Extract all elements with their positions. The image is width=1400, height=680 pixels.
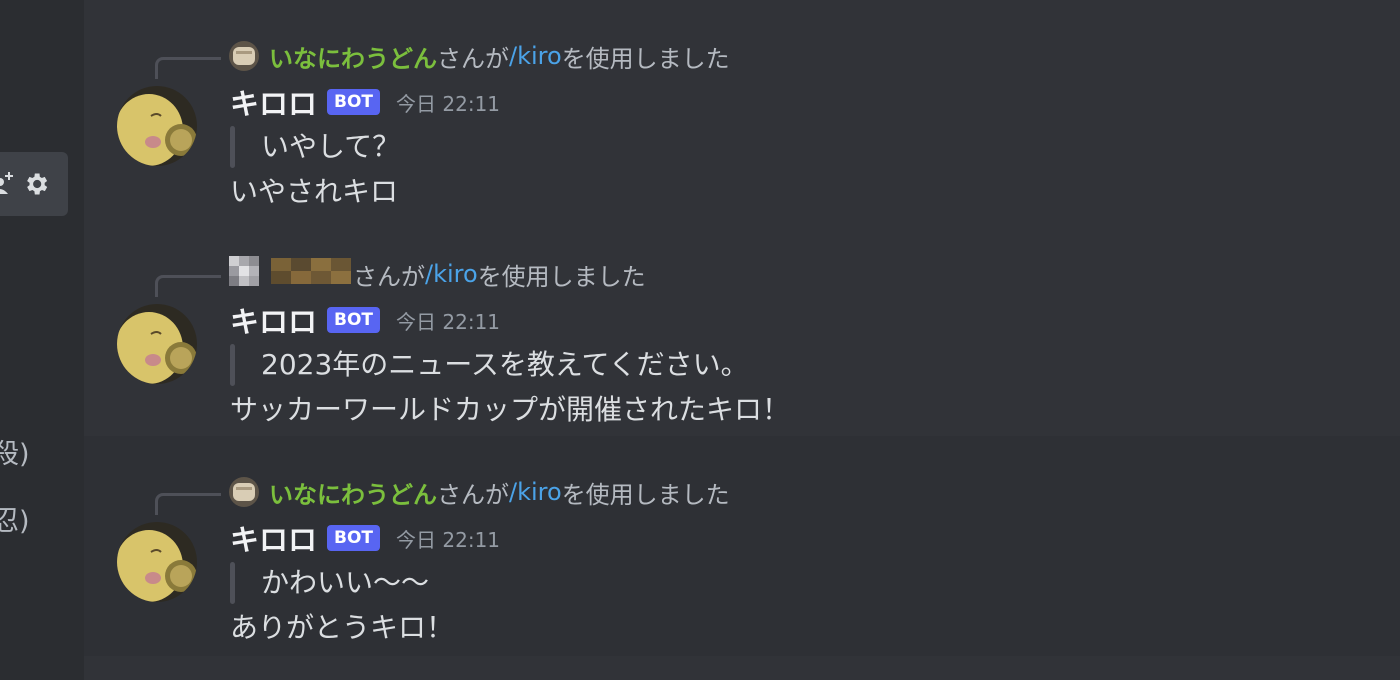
sidebar-member-fragment[interactable]: 忍) [0, 508, 30, 535]
reply-connector [155, 275, 221, 297]
channel-sidebar: 殺) 忍) [0, 0, 84, 680]
chat-area: いなにわうどん さんが /kiro を使用しました キロロ BOT 今日 22:… [84, 0, 1400, 680]
command-name[interactable]: /kiro [509, 478, 562, 506]
bot-badge: BOT [327, 306, 381, 334]
quoted-text: いやして？ [261, 130, 401, 163]
add-member-icon[interactable] [0, 168, 16, 194]
interaction-header: さんが /kiro を使用しました [229, 256, 646, 292]
invoker-name[interactable]: いなにわうどん [269, 39, 437, 74]
bot-avatar[interactable] [117, 86, 197, 166]
sidebar-member-fragment[interactable]: 殺) [0, 441, 30, 468]
quoted-text: 2023年のニュースを教えてください。 [261, 348, 749, 381]
quote-bar [230, 562, 235, 604]
message-header: キロロ BOT 今日 22:11 [230, 299, 500, 341]
message-content: いやされキロ [230, 175, 399, 208]
quote-bar [230, 344, 235, 386]
invoker-avatar[interactable] [229, 41, 259, 71]
bot-username[interactable]: キロロ [230, 81, 317, 123]
bot-avatar[interactable] [117, 522, 197, 602]
invoker-action: を使用しました [561, 44, 730, 73]
bot-avatar[interactable] [117, 304, 197, 384]
invoker-avatar[interactable] [229, 477, 259, 507]
message-header: キロロ BOT 今日 22:11 [230, 81, 500, 123]
bot-badge: BOT [327, 88, 381, 116]
timestamp[interactable]: 今日 22:11 [396, 306, 500, 335]
invoker-action: を使用しました [477, 262, 646, 291]
invoker-suffix: さんが [353, 262, 425, 291]
bot-badge: BOT [327, 524, 381, 552]
gear-icon[interactable] [22, 170, 50, 198]
bot-username[interactable]: キロロ [230, 517, 317, 559]
quoted-text: かわいい〜〜 [261, 566, 430, 599]
invoker-action: を使用しました [561, 480, 730, 509]
invoker-avatar-redacted[interactable] [229, 256, 259, 292]
invoker-suffix: さんが [437, 480, 509, 509]
message-group[interactable]: いなにわうどん さんが /kiro を使用しました キロロ BOT 今日 22:… [84, 436, 1400, 656]
timestamp[interactable]: 今日 22:11 [396, 88, 500, 117]
reply-connector [155, 493, 221, 515]
command-name[interactable]: /kiro [509, 42, 562, 70]
message-group[interactable]: さんが /kiro を使用しました キロロ BOT 今日 22:11 2023年… [84, 218, 1400, 428]
command-name[interactable]: /kiro [425, 260, 478, 288]
bot-username[interactable]: キロロ [230, 299, 317, 341]
quote-bar [230, 126, 235, 168]
message-header: キロロ BOT 今日 22:11 [230, 517, 500, 559]
timestamp[interactable]: 今日 22:11 [396, 524, 500, 553]
message-content: サッカーワールドカップが開催されたキロ！ [230, 393, 791, 426]
message-group[interactable]: いなにわうどん さんが /kiro を使用しました キロロ BOT 今日 22:… [84, 0, 1400, 210]
invoker-name[interactable]: いなにわうどん [269, 475, 437, 510]
invoker-suffix: さんが [437, 44, 509, 73]
reply-connector [155, 57, 221, 79]
message-content: ありがとうキロ！ [230, 611, 455, 644]
interaction-header: いなにわうどん さんが /kiro を使用しました [229, 475, 730, 510]
interaction-header: いなにわうどん さんが /kiro を使用しました [229, 39, 730, 74]
invoker-name-redacted[interactable] [271, 258, 351, 290]
